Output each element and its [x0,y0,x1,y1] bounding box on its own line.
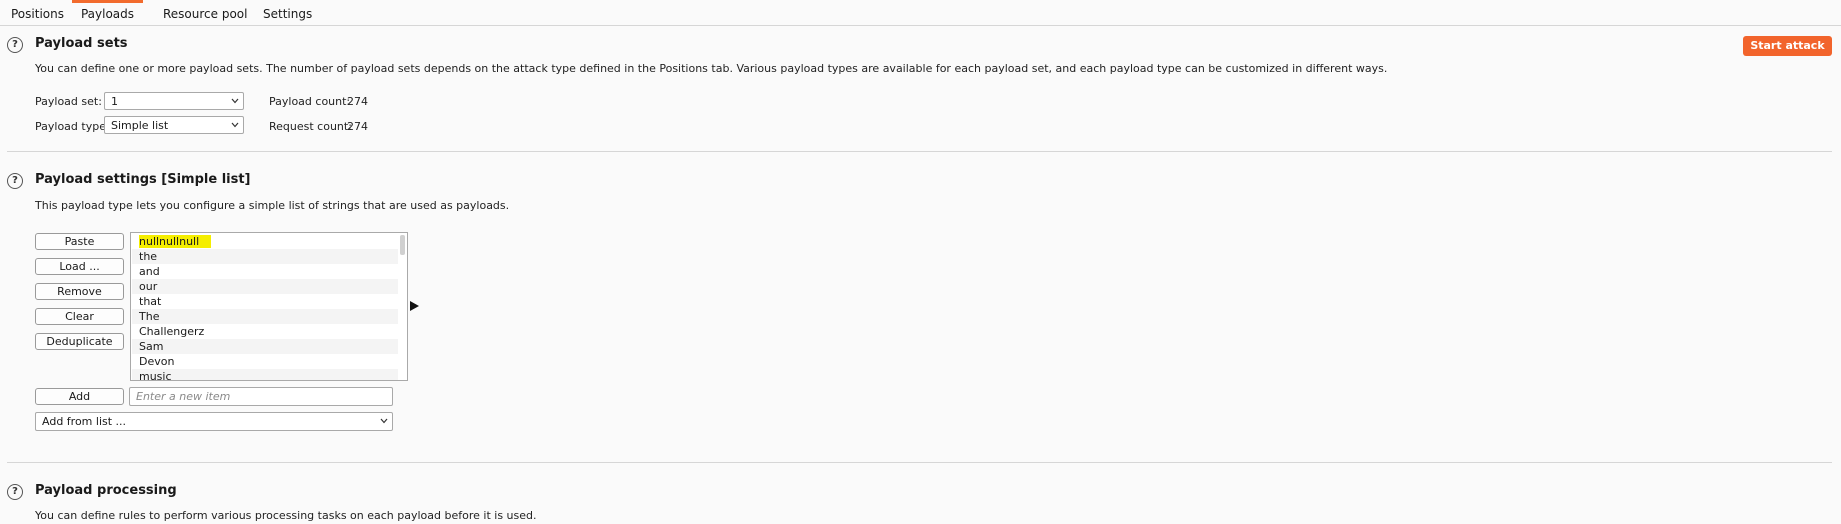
payload-type-label: Payload type: [35,120,110,133]
payload-settings-description: This payload type lets you configure a s… [35,199,510,212]
payload-set-value: 1 [111,95,118,108]
payload-set-label: Payload set: [35,95,102,108]
list-item[interactable]: that [132,294,398,309]
new-item-field[interactable] [129,387,393,406]
list-item[interactable]: and [132,264,398,279]
payload-type-value: Simple list [111,119,169,132]
list-item[interactable]: Challengerz [132,324,398,339]
section-divider [7,462,1832,463]
section-divider [7,151,1832,152]
list-item[interactable]: Sam [132,339,398,354]
help-icon[interactable]: ? [7,37,23,53]
payload-type-select[interactable]: Simple list [104,116,244,134]
help-icon[interactable]: ? [7,173,23,189]
list-item[interactable]: the [132,249,398,264]
chevron-down-icon [231,98,239,104]
payload-set-select[interactable]: 1 [104,92,244,110]
remove-button[interactable]: Remove [35,283,124,300]
add-from-list-select[interactable]: Add from list ... [35,412,393,431]
paste-button[interactable]: Paste [35,233,124,250]
payload-count-value: 274 [347,95,368,108]
list-scrollbar[interactable] [400,234,406,379]
tab-payloads[interactable]: Payloads [72,0,143,25]
tab-settings[interactable]: Settings [263,0,312,25]
tab-positions[interactable]: Positions [11,0,64,25]
clear-button[interactable]: Clear [35,308,124,325]
arrow-right-icon [410,301,419,311]
payload-sets-title: Payload sets [35,36,128,51]
tab-resource-pool[interactable]: Resource pool [163,0,247,25]
payload-list[interactable]: nullnullnull the and our that The Challe… [130,232,408,381]
add-button[interactable]: Add [35,388,124,405]
list-item[interactable]: The [132,309,398,324]
start-attack-button[interactable]: Start attack [1743,36,1832,56]
list-item[interactable]: our [132,279,398,294]
tab-bar: Positions Payloads Resource pool Setting… [0,0,1841,26]
scrollbar-thumb[interactable] [400,235,405,255]
list-item-highlighted-text: nullnullnull [139,235,212,248]
payload-settings-title: Payload settings [Simple list] [35,172,251,187]
load-button[interactable]: Load ... [35,258,124,275]
new-item-input[interactable] [130,389,386,404]
payload-count-label: Payload count: [269,95,351,108]
list-item[interactable]: music [132,369,398,380]
chevron-down-icon [231,122,239,128]
deduplicate-button[interactable]: Deduplicate [35,333,124,350]
list-item[interactable]: nullnullnull [132,234,398,249]
payload-processing-description: You can define rules to perform various … [35,509,537,522]
list-item[interactable]: Devon [132,354,398,369]
request-count-label: Request count: [269,120,352,133]
payload-sets-description: You can define one or more payload sets.… [35,62,1388,75]
request-count-value: 274 [347,120,368,133]
payload-processing-title: Payload processing [35,483,177,498]
help-icon[interactable]: ? [7,484,23,500]
add-from-list-value: Add from list ... [42,415,127,428]
chevron-down-icon [380,418,388,424]
